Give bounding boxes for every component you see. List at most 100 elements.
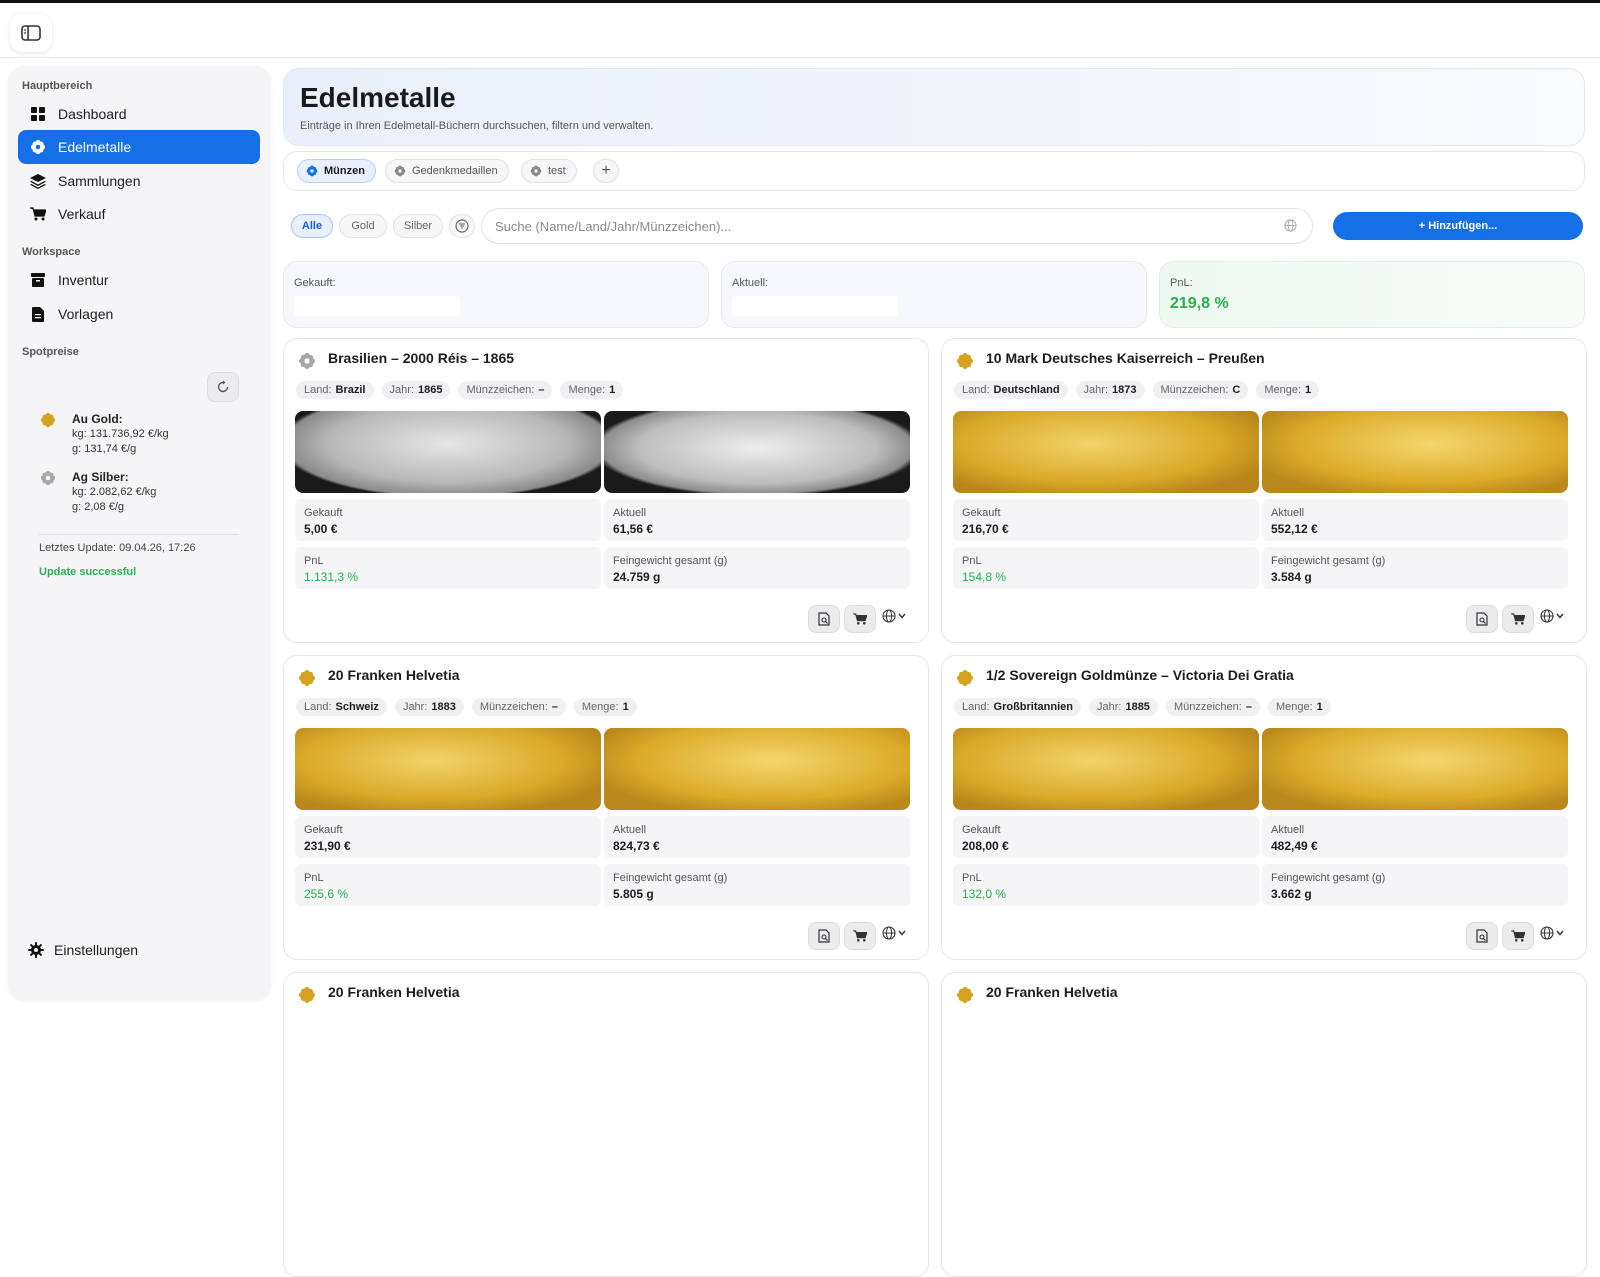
sidebar-item-edelmetalle[interactable]: Edelmetalle: [18, 130, 260, 164]
filter-chip-gold[interactable]: Gold: [339, 214, 387, 238]
tab-test[interactable]: test: [521, 159, 577, 183]
coin-obverse-image[interactable]: [295, 411, 601, 493]
sidebar-item-sammlungen[interactable]: Sammlungen: [18, 164, 260, 198]
metric-label: Feingewicht gesamt (g): [613, 555, 728, 567]
tag-menge: Menge: 1: [1256, 381, 1320, 399]
card-tags: Land: Großbritannien Jahr: 1885 Münzzeichen:…: [954, 698, 1331, 716]
sell-button[interactable]: [1502, 922, 1534, 950]
tag-label: Menge:: [581, 701, 619, 713]
spot-gold-kg: kg: 131.736,92 €/kg: [72, 428, 169, 440]
tag-muenzzeichen: Münzzeichen: –: [458, 381, 553, 399]
add-entry-button[interactable]: + Hinzufügen...: [1333, 212, 1583, 240]
coin-obverse-image[interactable]: [953, 728, 1259, 810]
filter-bar: Alle Gold Silber + Hinzufügen...: [283, 203, 1585, 247]
section-title-workspace: Workspace: [22, 246, 81, 258]
cart-icon: [1511, 613, 1525, 625]
sidebar-item-inventur[interactable]: Inventur: [18, 263, 260, 297]
chevron-down-icon: [1556, 613, 1564, 619]
sidebar-toggle-button[interactable]: [10, 14, 52, 52]
metric-fine-weight: Feingewicht gesamt (g) 24.759 g: [604, 547, 910, 589]
refresh-button[interactable]: [207, 372, 239, 402]
details-button[interactable]: [1466, 605, 1498, 633]
coin-card[interactable]: 20 Franken Helvetia: [283, 972, 929, 1277]
sell-button[interactable]: [844, 605, 876, 633]
sell-button[interactable]: [1502, 605, 1534, 633]
coin-reverse-image[interactable]: [1262, 411, 1568, 493]
metric-value: 24.759 g: [613, 570, 661, 584]
coin-reverse-image[interactable]: [604, 728, 910, 810]
tag-value: Deutschland: [993, 384, 1060, 396]
coin-reverse-image[interactable]: [1262, 728, 1568, 810]
metric-value: 255,6 %: [304, 887, 349, 901]
sidebar-item-label: Edelmetalle: [58, 139, 132, 155]
tag-value: Brazil: [335, 384, 366, 396]
filter-chip-alle[interactable]: Alle: [291, 214, 333, 238]
card-title: 10 Mark Deutsches Kaiserreich – Preußen: [986, 350, 1265, 366]
language-dropdown[interactable]: [1540, 926, 1564, 940]
metric-value: 3.584 g: [1271, 570, 1312, 584]
tab-gedenkmedaillen[interactable]: Gedenkmedaillen: [385, 159, 509, 183]
metric-label: Gekauft: [962, 824, 1001, 836]
metric-value: 5,00 €: [304, 522, 338, 536]
tag-value: C: [1232, 384, 1241, 396]
language-dropdown[interactable]: [882, 609, 906, 623]
globe-icon: [882, 609, 896, 623]
tag-jahr: Jahr: 1883: [394, 698, 464, 716]
sell-button[interactable]: [844, 922, 876, 950]
search-input[interactable]: [481, 208, 1313, 244]
coin-card[interactable]: Brasilien – 2000 Réis – 1865 Land: Brazil J…: [283, 338, 929, 643]
page-title: Edelmetalle: [300, 82, 456, 113]
metric-value: 552,12 €: [1271, 522, 1318, 536]
document-search-icon: [817, 612, 830, 626]
sidebar-item-verkauf[interactable]: Verkauf: [18, 197, 260, 231]
page-subtitle: Einträge in Ihren Edelmetall-Büchern dur…: [300, 120, 654, 132]
coin-card[interactable]: 20 Franken Helvetia Land: Schweiz Jahr: 1883…: [283, 655, 929, 960]
tag-jahr: Jahr: 1865: [381, 381, 451, 399]
add-tab-button[interactable]: +: [593, 159, 619, 183]
metric-bought: Gekauft 208,00 €: [953, 816, 1259, 858]
metric-current: Aktuell 61,56 €: [604, 499, 910, 541]
sidebar-item-vorlagen[interactable]: Vorlagen: [18, 297, 260, 331]
document-search-icon: [1475, 929, 1488, 943]
coin-obverse-image[interactable]: [295, 728, 601, 810]
coin-card[interactable]: 20 Franken Helvetia: [941, 972, 1587, 1277]
details-button[interactable]: [1466, 922, 1498, 950]
coin-card[interactable]: 1/2 Sovereign Goldmünze – Victoria Dei G…: [941, 655, 1587, 960]
coin-obverse-image[interactable]: [953, 411, 1259, 493]
details-button[interactable]: [808, 922, 840, 950]
globe-icon: [1540, 609, 1554, 623]
section-title-main: Hauptbereich: [22, 80, 93, 92]
metric-current: Aktuell 824,73 €: [604, 816, 910, 858]
tag-value: 1: [1305, 384, 1312, 396]
metric-current: Aktuell 482,49 €: [1262, 816, 1568, 858]
tag-menge: Menge: 1: [573, 698, 637, 716]
globe-icon[interactable]: [1284, 219, 1297, 232]
tag-land: Land: Deutschland: [954, 381, 1068, 399]
tag-label: Land:: [304, 701, 332, 713]
language-dropdown[interactable]: [882, 926, 906, 940]
details-button[interactable]: [808, 605, 840, 633]
tag-value: 1865: [417, 384, 443, 396]
coin-card[interactable]: 10 Mark Deutsches Kaiserreich – Preußen L…: [941, 338, 1587, 643]
settings-button[interactable]: Einstellungen: [28, 942, 138, 958]
spot-silver-kg: kg: 2.082,62 €/kg: [72, 486, 157, 498]
tag-label: Land:: [304, 384, 332, 396]
sidebar-item-dashboard[interactable]: Dashboard: [18, 97, 260, 131]
coin-reverse-image[interactable]: [604, 411, 910, 493]
sidebar-toggle-icon: [21, 25, 41, 41]
sidebar-item-label: Vorlagen: [58, 306, 114, 322]
silver-coin-icon: [40, 470, 56, 486]
tag-value: 1: [1316, 701, 1323, 713]
card-title: 20 Franken Helvetia: [328, 984, 460, 1000]
tag-jahr: Jahr: 1885: [1088, 698, 1158, 716]
language-dropdown[interactable]: [1540, 609, 1564, 623]
metric-value: 3.662 g: [1271, 887, 1312, 901]
chevron-down-icon: [1556, 930, 1564, 936]
tag-land: Land: Großbritannien: [954, 698, 1081, 716]
sidebar-item-label: Inventur: [58, 272, 109, 288]
tab-muenzen[interactable]: Münzen: [297, 159, 376, 183]
filter-icon: [455, 219, 469, 233]
metric-pnl: PnL 154,8 %: [953, 547, 1259, 589]
filter-options-button[interactable]: [449, 214, 475, 238]
filter-chip-silber[interactable]: Silber: [393, 214, 443, 238]
